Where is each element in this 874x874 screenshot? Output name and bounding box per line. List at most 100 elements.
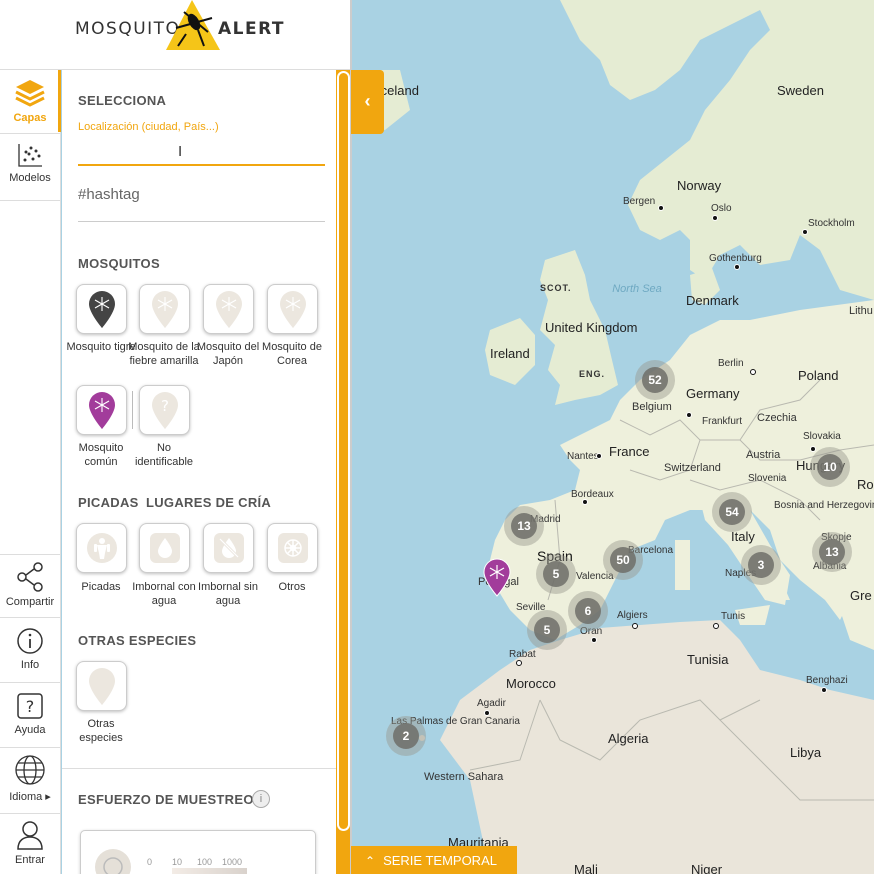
rail-item-capas[interactable]: Capas bbox=[0, 70, 61, 132]
map-label-austria: Austria bbox=[746, 449, 781, 461]
map-label-united-kingdom: United Kingdom bbox=[545, 320, 638, 335]
legend-value: 10 bbox=[172, 857, 183, 867]
cluster-marker[interactable]: 5 bbox=[536, 554, 576, 594]
map-label-agadir: Agadir bbox=[477, 698, 506, 709]
card-label: Mosquito de la fiebre amarilla bbox=[128, 341, 200, 367]
location-input-underline bbox=[78, 164, 325, 166]
chevron-left-icon: ‹ bbox=[364, 91, 371, 111]
map-label-north-sea: North Sea bbox=[612, 283, 662, 295]
cluster-count: 13 bbox=[819, 539, 845, 565]
card-label: No identificable bbox=[134, 442, 194, 468]
korea-mosquito-button[interactable] bbox=[267, 284, 318, 334]
sampling-effort-icon bbox=[95, 849, 131, 874]
city-dot bbox=[591, 637, 597, 643]
yellow-fever-mosquito-button[interactable] bbox=[139, 284, 190, 334]
rail-label: Info bbox=[20, 659, 40, 671]
cluster-marker[interactable]: 2 bbox=[386, 716, 426, 756]
map-label-nantes: Nantes bbox=[567, 451, 599, 462]
rail-item-ayuda[interactable]: ? Ayuda bbox=[0, 692, 60, 736]
share-icon bbox=[17, 562, 43, 592]
cluster-count: 5 bbox=[543, 561, 569, 587]
map-label-gre: Gre bbox=[850, 588, 872, 603]
capital-dot bbox=[713, 623, 719, 629]
rail-item-idioma[interactable]: Idioma ▸ bbox=[0, 754, 60, 803]
city-dot bbox=[658, 205, 664, 211]
location-input[interactable]: Localización (ciudad, País...) bbox=[78, 121, 219, 133]
cluster-marker[interactable]: 10 bbox=[810, 447, 850, 487]
card-label: Mosquito tigre bbox=[66, 341, 136, 353]
divider bbox=[0, 682, 60, 683]
map-label-frankfurt: Frankfurt bbox=[702, 416, 743, 427]
common-mosquito-pin-icon bbox=[88, 392, 115, 429]
yellow-fever-mosquito-pin-icon bbox=[151, 291, 178, 328]
map-label-algiers: Algiers bbox=[617, 610, 648, 621]
cluster-count: 5 bbox=[534, 617, 560, 643]
serie-temporal-label: SERIE TEMPORAL bbox=[383, 853, 497, 868]
rail-label: Idioma ▸ bbox=[9, 791, 51, 803]
map-label-libya: Libya bbox=[790, 745, 822, 760]
cluster-marker[interactable]: 54 bbox=[712, 492, 752, 532]
tiger-mosquito-button[interactable] bbox=[76, 284, 127, 334]
common-mosquito-button[interactable] bbox=[76, 385, 127, 435]
divider bbox=[0, 554, 60, 555]
map-label-mali: Mali bbox=[574, 862, 598, 874]
map-label-switzerland: Switzerland bbox=[664, 462, 721, 474]
map-label-france: France bbox=[609, 444, 650, 459]
cluster-marker[interactable]: 50 bbox=[603, 540, 643, 580]
globe-icon bbox=[15, 755, 45, 785]
cluster-marker[interactable]: 6 bbox=[568, 591, 608, 631]
section-title-esfuerzo: ESFUERZO DE MUESTREO bbox=[78, 792, 254, 807]
city-dot bbox=[810, 446, 816, 452]
divider bbox=[0, 747, 60, 748]
cluster-count: 2 bbox=[393, 723, 419, 749]
section-title-lugares: LUGARES DE CRÍA bbox=[146, 495, 272, 510]
legend-gradient bbox=[172, 868, 247, 874]
cluster-marker[interactable]: 52 bbox=[635, 360, 675, 400]
japan-mosquito-button[interactable] bbox=[203, 284, 254, 334]
japan-mosquito-pin-icon bbox=[215, 291, 242, 328]
collapse-panel-button[interactable]: ‹ bbox=[351, 70, 384, 134]
rail-item-compartir[interactable]: Compartir bbox=[0, 562, 60, 608]
map-label-bordeaux: Bordeaux bbox=[571, 489, 614, 500]
bites-button[interactable] bbox=[76, 523, 127, 573]
map-label-oslo: Oslo bbox=[711, 203, 732, 214]
divider bbox=[62, 768, 336, 769]
rail-item-entrar[interactable]: Entrar bbox=[0, 820, 60, 866]
capital-dot bbox=[750, 369, 756, 375]
card-label: Imbornal con agua bbox=[132, 581, 196, 607]
cluster-marker[interactable]: 3 bbox=[741, 545, 781, 585]
cluster-marker[interactable]: 13 bbox=[504, 506, 544, 546]
other-breeding-button[interactable] bbox=[267, 523, 318, 573]
map-label-norway: Norway bbox=[677, 178, 722, 193]
card-label: Mosquito común bbox=[78, 442, 124, 468]
city-dot bbox=[821, 687, 827, 693]
map-label-sweden: Sweden bbox=[777, 83, 824, 98]
rail-label: Ayuda bbox=[14, 724, 46, 736]
drain-without-water-button[interactable] bbox=[203, 523, 254, 573]
card-label: Otras especies bbox=[79, 718, 123, 744]
city-dot bbox=[712, 215, 718, 221]
rail-label: Entrar bbox=[15, 854, 45, 866]
rail-label: Modelos bbox=[9, 172, 51, 184]
cluster-count: 6 bbox=[575, 598, 601, 624]
map-label-lithu: Lithu bbox=[849, 305, 873, 317]
text-cursor-icon: I bbox=[178, 143, 183, 160]
legend-value: 100 bbox=[197, 857, 213, 867]
panel-scrollbar-thumb[interactable] bbox=[337, 71, 350, 831]
hashtag-input[interactable]: #hashtag bbox=[78, 186, 140, 203]
rail-item-info[interactable]: Info bbox=[0, 627, 60, 671]
card-label: Mosquito del Japón bbox=[196, 341, 260, 367]
cluster-count: 3 bbox=[748, 552, 774, 578]
rail-item-modelos[interactable]: Modelos bbox=[0, 142, 60, 184]
drain-with-water-button[interactable] bbox=[139, 523, 190, 573]
divider bbox=[132, 391, 133, 429]
capital-dot bbox=[516, 660, 522, 666]
cluster-marker[interactable]: 5 bbox=[527, 610, 567, 650]
unidentifiable-button[interactable]: ? bbox=[139, 385, 190, 435]
cluster-marker[interactable]: 13 bbox=[812, 532, 852, 572]
map-label-denmark: Denmark bbox=[686, 293, 739, 308]
divider bbox=[0, 617, 60, 618]
info-circle-icon[interactable]: i bbox=[252, 790, 270, 808]
serie-temporal-button[interactable]: ⌃ SERIE TEMPORAL bbox=[351, 846, 517, 874]
other-species-button[interactable] bbox=[76, 661, 127, 711]
